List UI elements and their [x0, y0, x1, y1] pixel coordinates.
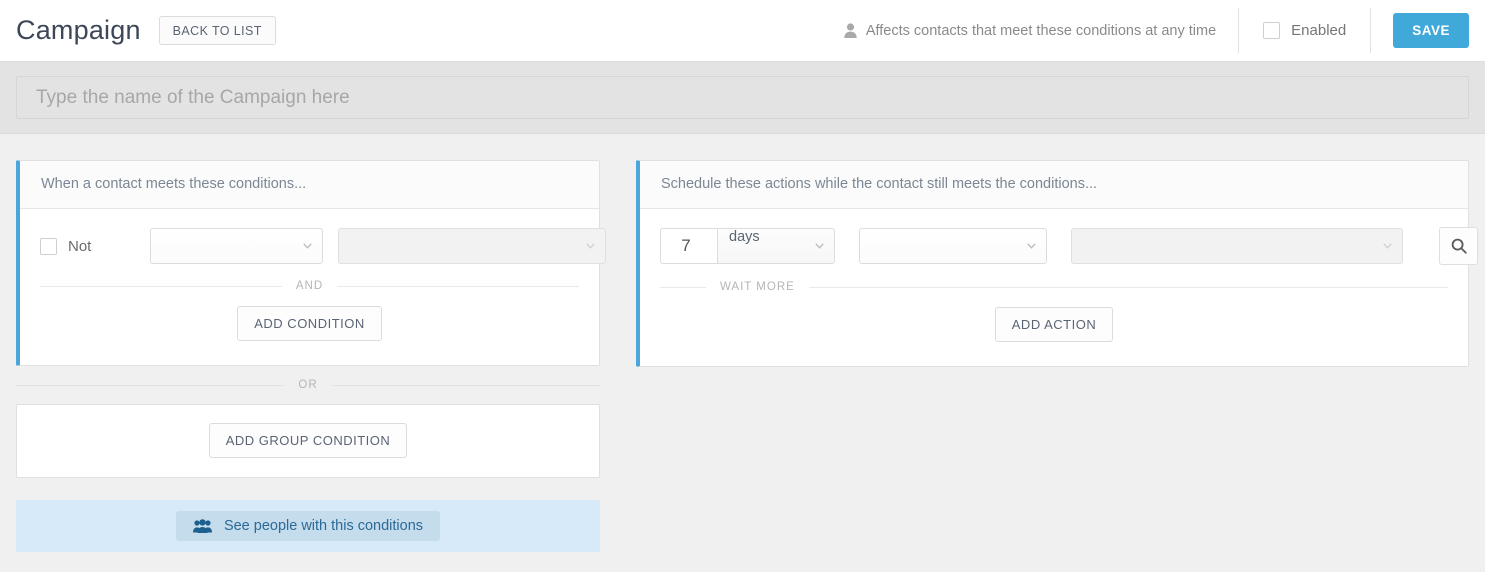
- header-divider-2: [1370, 8, 1372, 53]
- actions-panel-body: days: [640, 209, 1478, 366]
- action-row: days: [640, 209, 1478, 270]
- wait-duration-group: days: [660, 228, 835, 264]
- action-target-select[interactable]: [1071, 228, 1403, 264]
- affects-contacts-note: Affects contacts that meet these conditi…: [844, 23, 1238, 39]
- conditions-panel: When a contact meets these conditions...…: [16, 160, 606, 366]
- conditions-panel-body: Not AND ADD CONDITION: [20, 209, 606, 365]
- campaign-name-bar: [0, 62, 1485, 134]
- header-right-group: Affects contacts that meet these conditi…: [844, 0, 1469, 61]
- separator-line-left: [16, 384, 285, 386]
- and-separator: AND: [20, 269, 599, 292]
- actions-panel-header: Schedule these actions while the contact…: [640, 161, 1468, 209]
- add-group-condition-button[interactable]: ADD GROUP CONDITION: [208, 423, 408, 458]
- condition-operator-select-wrap: [338, 228, 606, 264]
- people-icon: [192, 519, 212, 533]
- see-people-label: See people with this conditions: [223, 518, 424, 534]
- page-title: Campaign: [16, 15, 141, 45]
- not-toggle-group[interactable]: Not: [40, 237, 150, 255]
- condition-field-select-wrap: [150, 228, 323, 264]
- search-button[interactable]: [1439, 227, 1478, 265]
- see-people-button[interactable]: See people with this conditions: [175, 511, 441, 541]
- add-action-row: ADD ACTION: [640, 293, 1468, 366]
- or-separator-label: OR: [298, 379, 318, 391]
- wait-unit-select[interactable]: days: [717, 228, 835, 264]
- add-action-button[interactable]: ADD ACTION: [994, 307, 1114, 342]
- action-type-select-wrap: [859, 228, 1047, 264]
- add-condition-row: ADD CONDITION: [20, 292, 599, 365]
- enabled-toggle-group[interactable]: Enabled: [1239, 22, 1370, 39]
- actions-panel: Schedule these actions while the contact…: [636, 160, 1478, 367]
- or-separator: OR: [16, 366, 600, 404]
- condition-row: Not: [20, 209, 606, 269]
- conditions-panel-header: When a contact meets these conditions...: [20, 161, 599, 209]
- condition-field-select[interactable]: [150, 228, 323, 264]
- back-to-list-button[interactable]: BACK TO LIST: [158, 15, 276, 46]
- condition-operator-select[interactable]: [338, 228, 606, 264]
- person-icon: [844, 23, 857, 38]
- save-button[interactable]: SAVE: [1393, 12, 1469, 49]
- and-separator-label: AND: [295, 280, 324, 292]
- campaign-name-input[interactable]: [16, 76, 1469, 119]
- wait-more-label: WAIT MORE: [720, 281, 795, 293]
- main-content: When a contact meets these conditions...…: [0, 134, 1485, 552]
- wait-more-separator: WAIT MORE: [640, 270, 1468, 293]
- wait-value-input[interactable]: [660, 228, 717, 264]
- see-people-banner: See people with this conditions: [16, 500, 600, 552]
- not-label: Not: [68, 237, 92, 255]
- enabled-label: Enabled: [1291, 22, 1347, 39]
- top-header-bar: Campaign BACK TO LIST Affects contacts t…: [0, 0, 1485, 62]
- search-icon: [1451, 238, 1467, 254]
- separator-line-right: [808, 286, 1448, 288]
- actions-column: Schedule these actions while the contact…: [636, 160, 1478, 367]
- enabled-checkbox[interactable]: [1263, 22, 1281, 39]
- action-target-select-wrap: [1071, 228, 1403, 264]
- action-type-select[interactable]: [859, 228, 1047, 264]
- add-condition-button[interactable]: ADD CONDITION: [237, 306, 382, 341]
- not-checkbox[interactable]: [40, 237, 57, 255]
- add-group-condition-panel: ADD GROUP CONDITION: [16, 404, 600, 478]
- affects-contacts-text: Affects contacts that meet these conditi…: [865, 22, 1217, 39]
- separator-line-left: [40, 285, 282, 287]
- separator-line-right: [337, 285, 579, 287]
- conditions-column: When a contact meets these conditions...…: [16, 160, 606, 552]
- separator-line-right: [331, 384, 600, 386]
- wait-unit-select-wrap: days: [717, 228, 835, 264]
- separator-line-left: [660, 286, 706, 288]
